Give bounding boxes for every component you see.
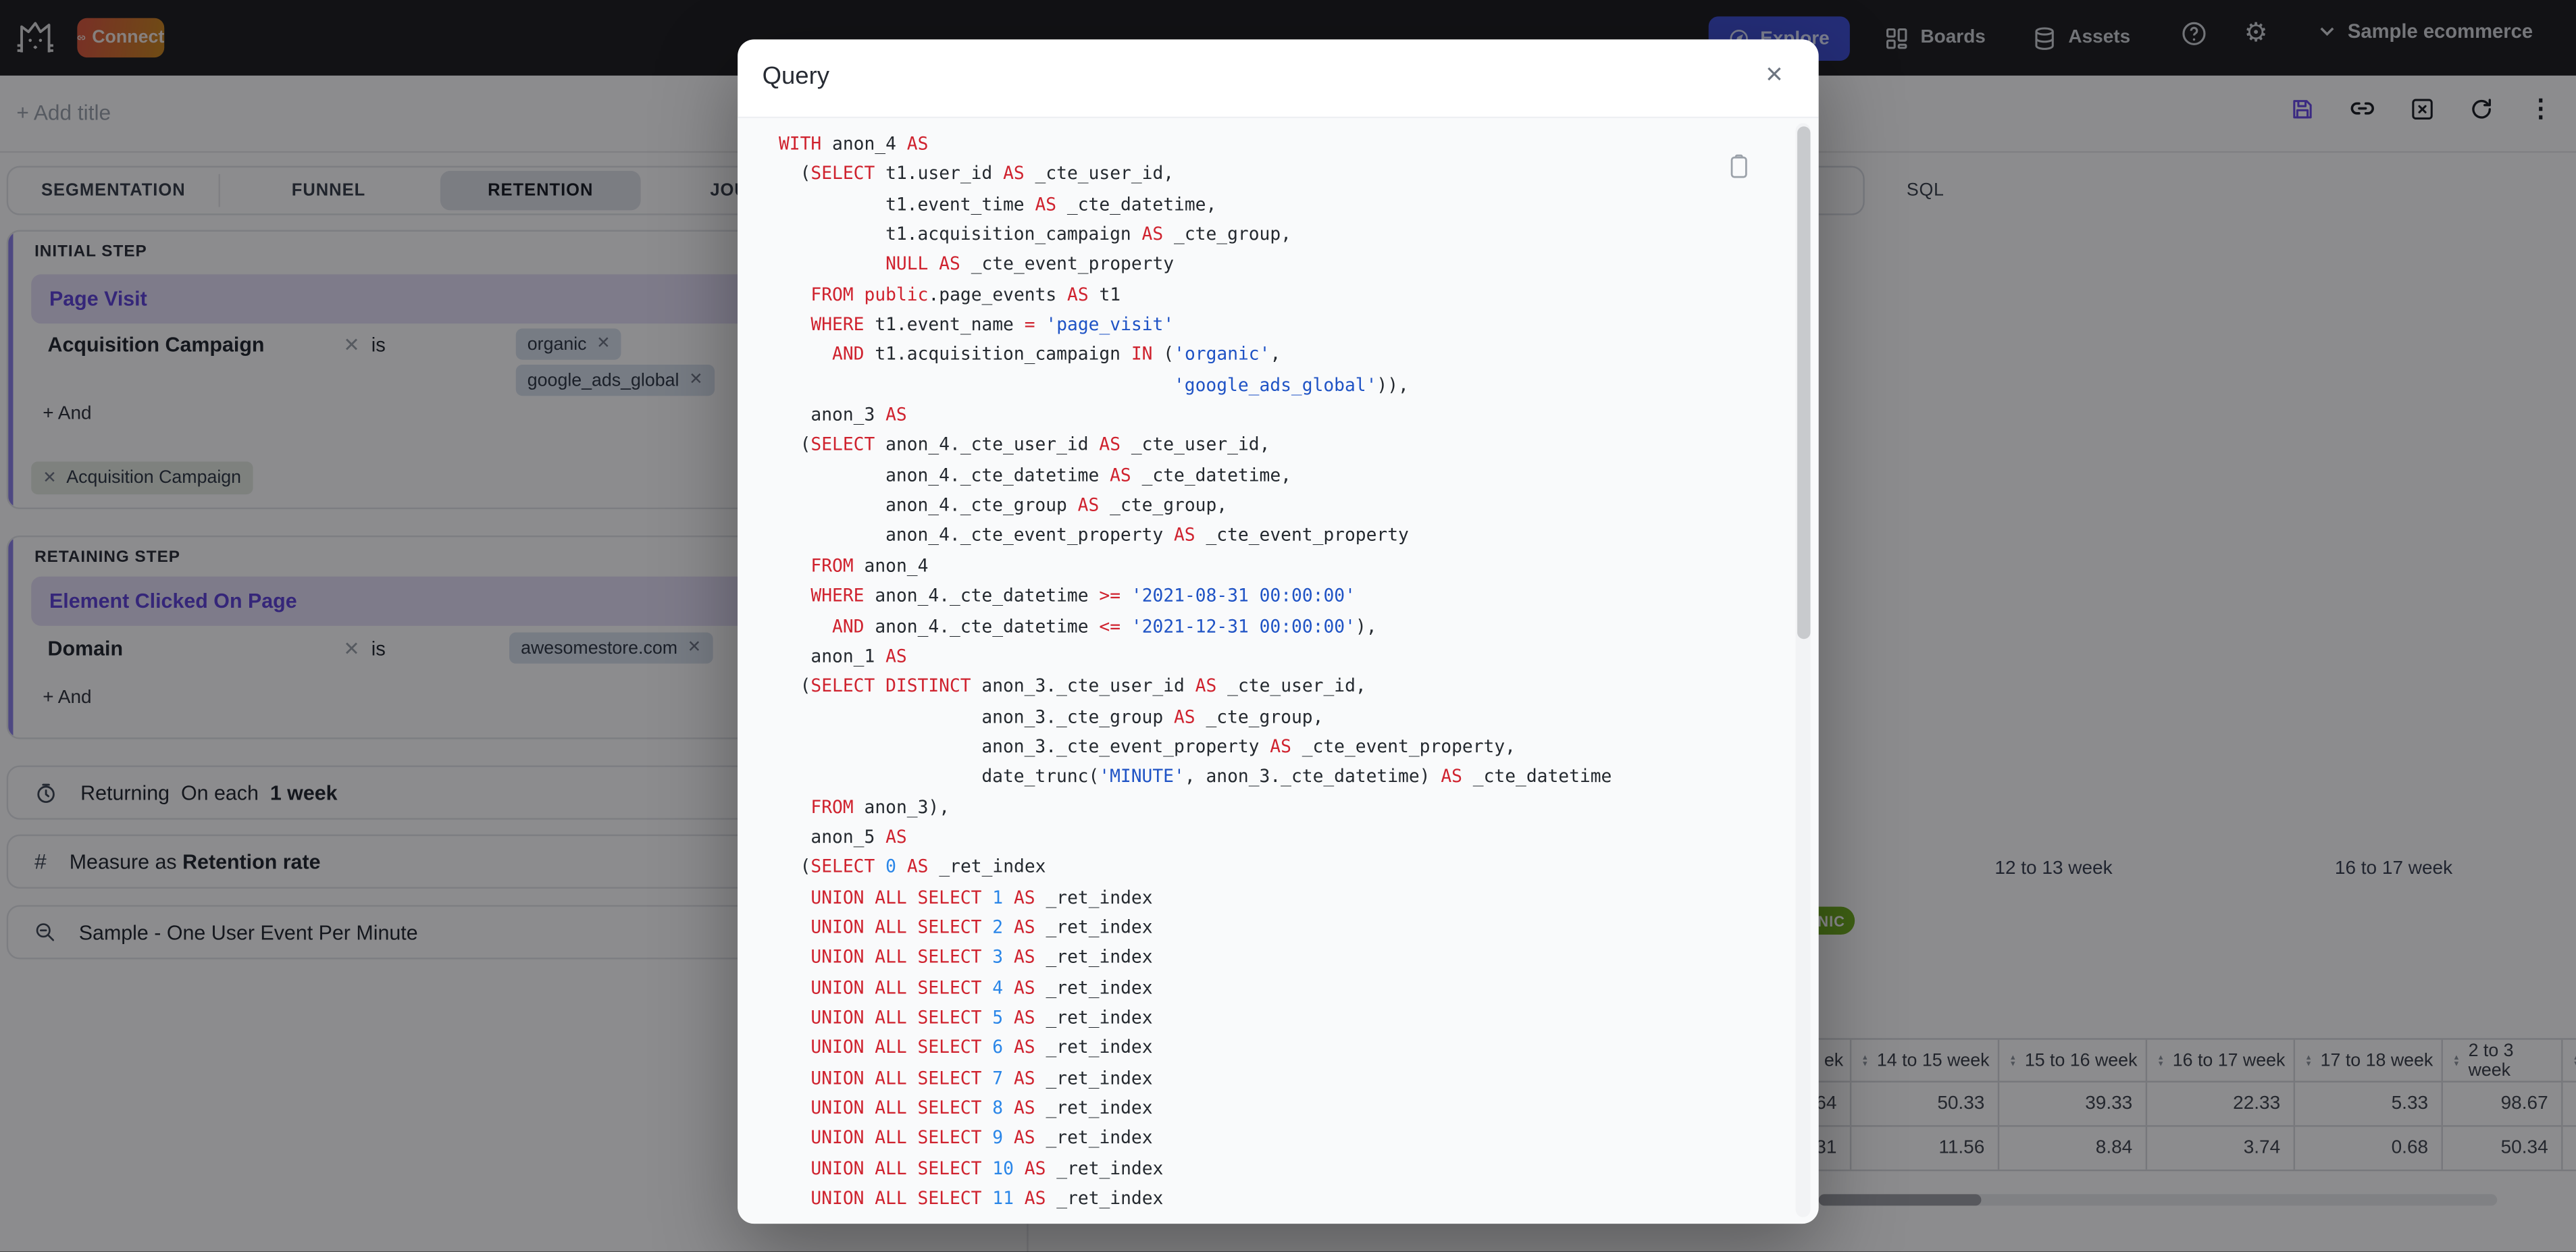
- sql-code-line: UNION ALL SELECT 1 AS _ret_index: [810, 886, 1153, 908]
- sql-code-line: UNION ALL SELECT 7 AS _ret_index: [810, 1067, 1153, 1089]
- sql-code-line: (SELECT anon_4._cte_user_id AS _cte_user…: [778, 434, 1270, 456]
- sql-code-line: UNION ALL SELECT 4 AS _ret_index: [810, 976, 1153, 998]
- modal-scrollbar[interactable]: [1795, 123, 1811, 1218]
- close-icon[interactable]: ×: [1756, 56, 1793, 93]
- sql-code-line: t1.event_time AS _cte_datetime,: [778, 193, 1217, 215]
- sql-code-line: WHERE t1.event_name = 'page_visit': [810, 313, 1175, 336]
- sql-code-line: AND t1.acquisition_campaign IN ('organic…: [832, 344, 1281, 365]
- copy-code-button[interactable]: [1728, 154, 1750, 179]
- sql-code-line: (SELECT DISTINCT anon_3._cte_user_id AS …: [778, 675, 1366, 697]
- sql-code-line: (SELECT 0 AS _ret_index: [778, 856, 1046, 878]
- sql-code-line: AND anon_4._cte_datetime <= '2021-12-31 …: [832, 615, 1377, 637]
- sql-code-line: WITH anon_4 AS: [778, 133, 929, 155]
- sql-code-line: anon_4._cte_group AS _cte_group,: [778, 494, 1228, 517]
- sql-code-line: FROM anon_4: [810, 554, 929, 577]
- sql-code-line: anon_3._cte_event_property AS _cte_event…: [778, 735, 1516, 758]
- scrollbar-thumb[interactable]: [1796, 126, 1810, 640]
- sql-code-line: UNION ALL SELECT 8 AS _ret_index: [810, 1097, 1153, 1119]
- sql-code-line: (SELECT t1.user_id AS _cte_user_id,: [778, 163, 1175, 185]
- sql-code-block[interactable]: WITH anon_4 AS (SELECT t1.user_id AS _ct…: [779, 130, 1770, 1224]
- sql-code-line: date_trunc('MINUTE', anon_3._cte_datetim…: [778, 766, 1612, 787]
- sql-code-line: WHERE anon_4._cte_datetime >= '2021-08-3…: [810, 585, 1356, 606]
- sql-code-line: 'google_ads_global')),: [1173, 373, 1409, 396]
- sql-code-line: UNION ALL SELECT 6 AS _ret_index: [810, 1037, 1153, 1059]
- sql-code-line: anon_1 AS: [778, 645, 907, 667]
- sql-code-line: FROM anon_3),: [810, 795, 950, 818]
- sql-code-line: UNION ALL SELECT 3 AS _ret_index: [810, 946, 1153, 968]
- sql-code-line: UNION ALL SELECT 9 AS _ret_index: [810, 1127, 1153, 1149]
- sql-code-line: NULL AS _cte_event_property: [885, 253, 1175, 276]
- sql-code-line: UNION ALL SELECT 2 AS _ret_index: [810, 916, 1153, 938]
- sql-code-line: t1.acquisition_campaign AS _cte_group,: [778, 223, 1291, 245]
- sql-code-line: anon_4._cte_datetime AS _cte_datetime,: [778, 464, 1291, 486]
- sql-code-line: FROM public.page_events AS t1: [810, 284, 1121, 305]
- modal-body: WITH anon_4 AS (SELECT t1.user_id AS _ct…: [738, 118, 1819, 1224]
- modal-header: Query ×: [738, 39, 1819, 119]
- sql-code-line: anon_4._cte_event_property AS _cte_event…: [778, 525, 1409, 546]
- sql-code-line: UNION ALL SELECT 10 AS _ret_index: [810, 1157, 1164, 1179]
- sql-code-line: anon_3._cte_group AS _cte_group,: [778, 705, 1324, 727]
- sql-code-line: UNION ALL SELECT 11 AS _ret_index: [810, 1187, 1164, 1209]
- sql-code-line: anon_5 AS: [778, 826, 907, 847]
- modal-title: Query: [762, 62, 830, 90]
- app-root: Connect Explore Boards Assets ⚙ Sample e…: [0, 0, 2576, 1252]
- query-modal: Query × WITH anon_4 AS (SELECT t1.user_i…: [738, 39, 1819, 1224]
- sql-code-line: anon_3 AS: [778, 404, 907, 426]
- sql-code-line: UNION ALL SELECT 5 AS _ret_index: [810, 1006, 1153, 1028]
